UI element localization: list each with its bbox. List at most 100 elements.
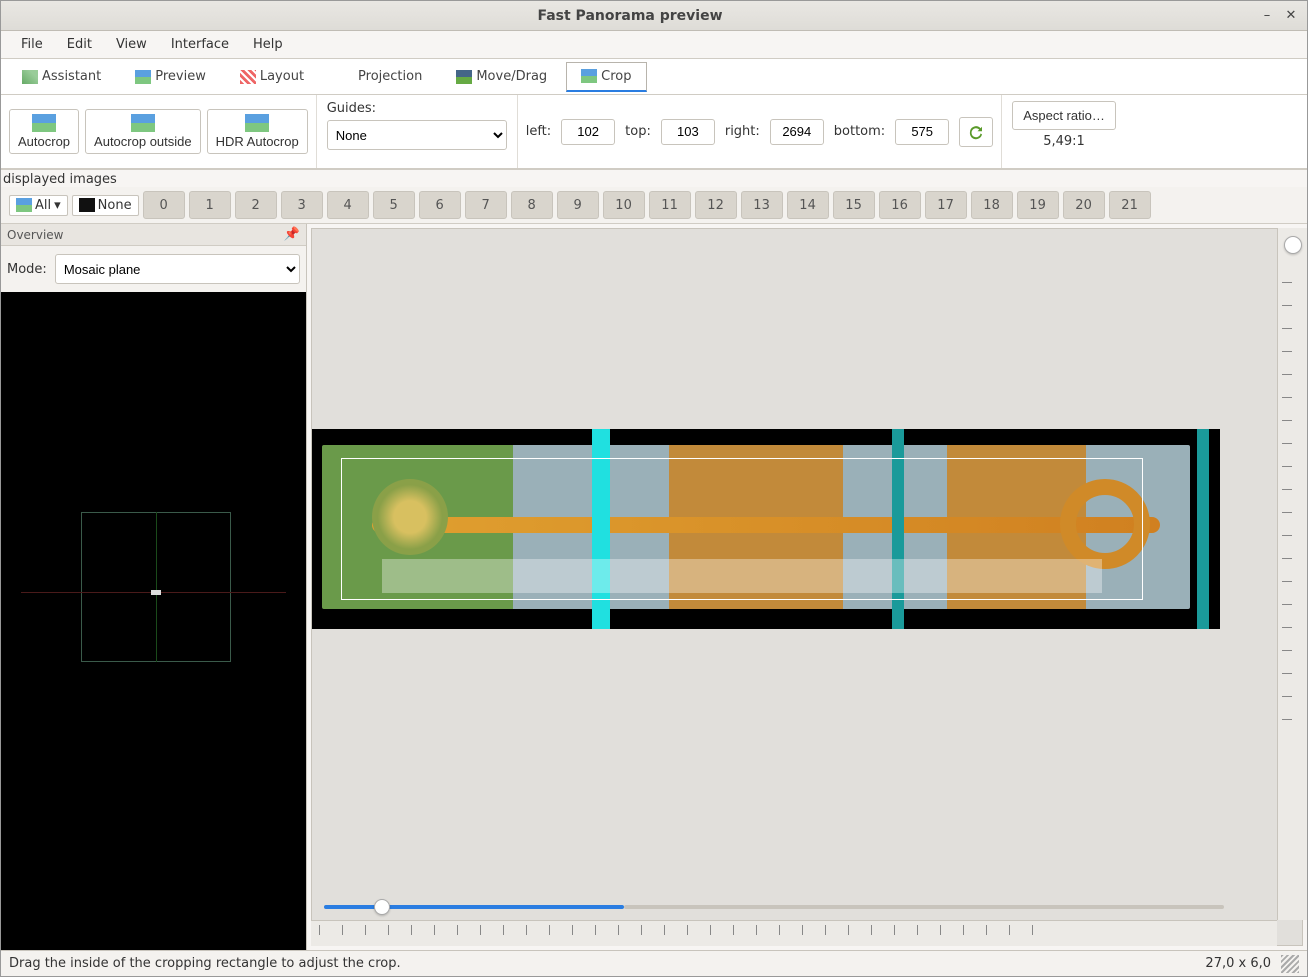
tab-crop-label: Crop xyxy=(601,69,631,84)
tab-crop[interactable]: Crop xyxy=(566,62,646,92)
close-button[interactable]: ✕ xyxy=(1281,6,1301,26)
menu-file[interactable]: File xyxy=(9,33,55,56)
menubar: File Edit View Interface Help xyxy=(1,31,1307,59)
hdr-autocrop-label: HDR Autocrop xyxy=(216,134,299,149)
right-input[interactable] xyxy=(770,119,824,145)
panorama-image xyxy=(312,429,1220,629)
reset-crop-button[interactable] xyxy=(959,117,993,147)
canvas-wrap xyxy=(307,224,1307,950)
bottom-label: bottom: xyxy=(834,124,885,139)
preview-canvas[interactable] xyxy=(311,228,1303,946)
tab-layout[interactable]: Layout xyxy=(225,62,319,91)
preview-icon xyxy=(135,70,151,84)
status-coords: 27,0 x 6,0 xyxy=(1205,956,1271,971)
menu-interface[interactable]: Interface xyxy=(159,33,241,56)
autocrop-outside-button[interactable]: Autocrop outside xyxy=(85,109,201,154)
left-input[interactable] xyxy=(561,119,615,145)
horizontal-ruler[interactable] xyxy=(311,920,1277,946)
tab-assistant[interactable]: Assistant xyxy=(7,62,116,91)
image-toggle-0[interactable]: 0 xyxy=(143,191,185,219)
tab-layout-label: Layout xyxy=(260,69,304,84)
toggle-all-label: All xyxy=(35,198,51,213)
tab-projection[interactable]: Projection xyxy=(323,62,437,91)
zoom-slider-track[interactable] xyxy=(324,905,624,909)
image-toggle-10[interactable]: 10 xyxy=(603,191,645,219)
crop-mask-overlay xyxy=(382,559,1102,593)
image-toggle-16[interactable]: 16 xyxy=(879,191,921,219)
image-toggle-13[interactable]: 13 xyxy=(741,191,783,219)
image-toggle-20[interactable]: 20 xyxy=(1063,191,1105,219)
toggle-all[interactable]: All ▾ xyxy=(9,195,68,216)
tab-preview[interactable]: Preview xyxy=(120,62,221,91)
layout-icon xyxy=(240,70,256,84)
image-toggle-17[interactable]: 17 xyxy=(925,191,967,219)
tab-projection-label: Projection xyxy=(358,69,422,84)
left-label: left: xyxy=(526,124,551,139)
displayed-images-label: displayed images xyxy=(1,169,1307,187)
aspect-ratio-label: Aspect ratio… xyxy=(1023,108,1105,123)
autocrop-outside-icon xyxy=(131,114,155,132)
mode-select[interactable]: Mosaic plane xyxy=(55,254,300,284)
image-toggle-6[interactable]: 6 xyxy=(419,191,461,219)
tab-move-label: Move/Drag xyxy=(476,69,547,84)
assistant-icon xyxy=(22,70,38,84)
autocrop-button[interactable]: Autocrop xyxy=(9,109,79,154)
none-icon xyxy=(79,198,95,212)
overview-title: Overview xyxy=(7,228,64,242)
image-toggle-18[interactable]: 18 xyxy=(971,191,1013,219)
status-bar: Drag the inside of the cropping rectangl… xyxy=(1,950,1307,976)
image-toggle-4[interactable]: 4 xyxy=(327,191,369,219)
overview-canvas[interactable] xyxy=(1,292,306,950)
image-toggle-21[interactable]: 21 xyxy=(1109,191,1151,219)
top-input[interactable] xyxy=(661,119,715,145)
guides-label: Guides: xyxy=(327,101,376,116)
overview-panel: Overview 📌 Mode: Mosaic plane xyxy=(1,224,307,950)
minimize-button[interactable]: – xyxy=(1257,6,1277,26)
redo-icon xyxy=(967,123,985,141)
crop-icon xyxy=(581,69,597,83)
autocrop-icon xyxy=(32,114,56,132)
titlebar: Fast Panorama preview – ✕ xyxy=(1,1,1307,31)
tab-move-drag[interactable]: Move/Drag xyxy=(441,62,562,91)
image-toggle-11[interactable]: 11 xyxy=(649,191,691,219)
image-toggle-1[interactable]: 1 xyxy=(189,191,231,219)
image-toggle-7[interactable]: 7 xyxy=(465,191,507,219)
vertical-ruler[interactable] xyxy=(1277,228,1307,920)
right-label: right: xyxy=(725,124,760,139)
image-toggle-3[interactable]: 3 xyxy=(281,191,323,219)
autocrop-label: Autocrop xyxy=(18,134,70,149)
image-toggle-8[interactable]: 8 xyxy=(511,191,553,219)
top-label: top: xyxy=(625,124,651,139)
image-index-list: 0123456789101112131415161718192021 xyxy=(143,191,1299,219)
image-toggle-2[interactable]: 2 xyxy=(235,191,277,219)
aspect-ratio-value: 5,49:1 xyxy=(1043,134,1085,149)
menu-help[interactable]: Help xyxy=(241,33,295,56)
aspect-ratio-button[interactable]: Aspect ratio… xyxy=(1012,101,1116,130)
crop-options: Autocrop Autocrop outside HDR Autocrop G… xyxy=(1,95,1307,169)
guides-select[interactable]: None xyxy=(327,120,507,150)
menu-edit[interactable]: Edit xyxy=(55,33,104,56)
toggle-none-label: None xyxy=(98,198,132,213)
autocrop-outside-label: Autocrop outside xyxy=(94,134,192,149)
image-toggle-12[interactable]: 12 xyxy=(695,191,737,219)
image-toggle-14[interactable]: 14 xyxy=(787,191,829,219)
all-icon xyxy=(16,198,32,212)
image-toggle-19[interactable]: 19 xyxy=(1017,191,1059,219)
resize-grip-icon[interactable] xyxy=(1281,955,1299,973)
tab-preview-label: Preview xyxy=(155,69,206,84)
image-toggle-5[interactable]: 5 xyxy=(373,191,415,219)
menu-view[interactable]: View xyxy=(104,33,159,56)
zoom-slider-knob[interactable] xyxy=(374,899,390,915)
window-title: Fast Panorama preview xyxy=(7,8,1253,24)
image-toggle-15[interactable]: 15 xyxy=(833,191,875,219)
toggle-none[interactable]: None xyxy=(72,195,139,216)
v-slider-knob[interactable] xyxy=(1284,236,1302,254)
projection-icon xyxy=(338,70,354,84)
tab-assistant-label: Assistant xyxy=(42,69,101,84)
image-toggle-9[interactable]: 9 xyxy=(557,191,599,219)
bottom-input[interactable] xyxy=(895,119,949,145)
pin-icon[interactable]: 📌 xyxy=(284,227,300,242)
status-hint: Drag the inside of the cropping rectangl… xyxy=(9,956,401,971)
hdr-autocrop-button[interactable]: HDR Autocrop xyxy=(207,109,308,154)
overview-marker xyxy=(151,590,161,595)
